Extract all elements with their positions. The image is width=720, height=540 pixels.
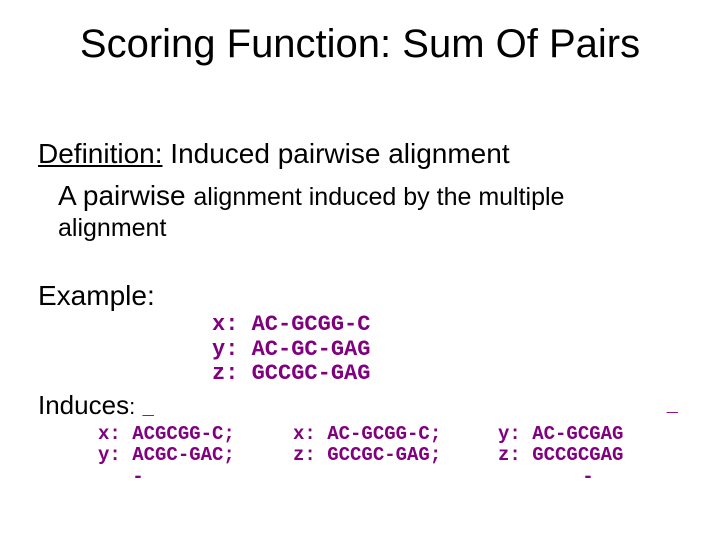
pair3-trail: -	[488, 466, 688, 488]
pairs-lead-row: _	[38, 395, 688, 417]
pairs-row-2: y: ACGC-GAC; z: GCCGC-GAG; z: GCCGCGAG	[38, 444, 688, 466]
definition-body-lead: A pairwise	[58, 180, 193, 211]
pair3-line2: z: GCCGCGAG	[488, 444, 688, 466]
pair2-lead	[263, 395, 463, 417]
pair1-trail: -	[38, 466, 238, 488]
pair1-line1: x: ACGCGG-C;	[38, 423, 238, 445]
pair1-line2: y: ACGC-GAC;	[38, 444, 238, 466]
pair3-lead: _	[488, 395, 688, 417]
msa-block: x: AC-GCGG-C y: AC-GC-GAG z: GCCGC-GAG	[212, 313, 370, 387]
definition-label: Definition:	[38, 138, 163, 169]
pair2-line2: z: GCCGC-GAG;	[263, 444, 463, 466]
slide-title: Scoring Function: Sum Of Pairs	[0, 22, 720, 67]
slide: Scoring Function: Sum Of Pairs Definitio…	[0, 0, 720, 540]
definition-term: Induced pairwise alignment	[163, 138, 510, 169]
definition-body: A pairwise alignment induced by the mult…	[58, 178, 678, 245]
definition-line: Definition: Induced pairwise alignment	[38, 138, 510, 170]
pair1-lead	[38, 395, 238, 417]
pairs-row-1: x: ACGCGG-C; x: AC-GCGG-C; y: AC-GCGAG	[38, 423, 688, 445]
example-label: Example:	[38, 280, 155, 312]
pair2-line1: x: AC-GCGG-C;	[263, 423, 463, 445]
pair2-trail	[263, 466, 463, 488]
pairs-trail-row: - -	[38, 466, 688, 488]
pair3-line1: y: AC-GCGAG	[488, 423, 688, 445]
